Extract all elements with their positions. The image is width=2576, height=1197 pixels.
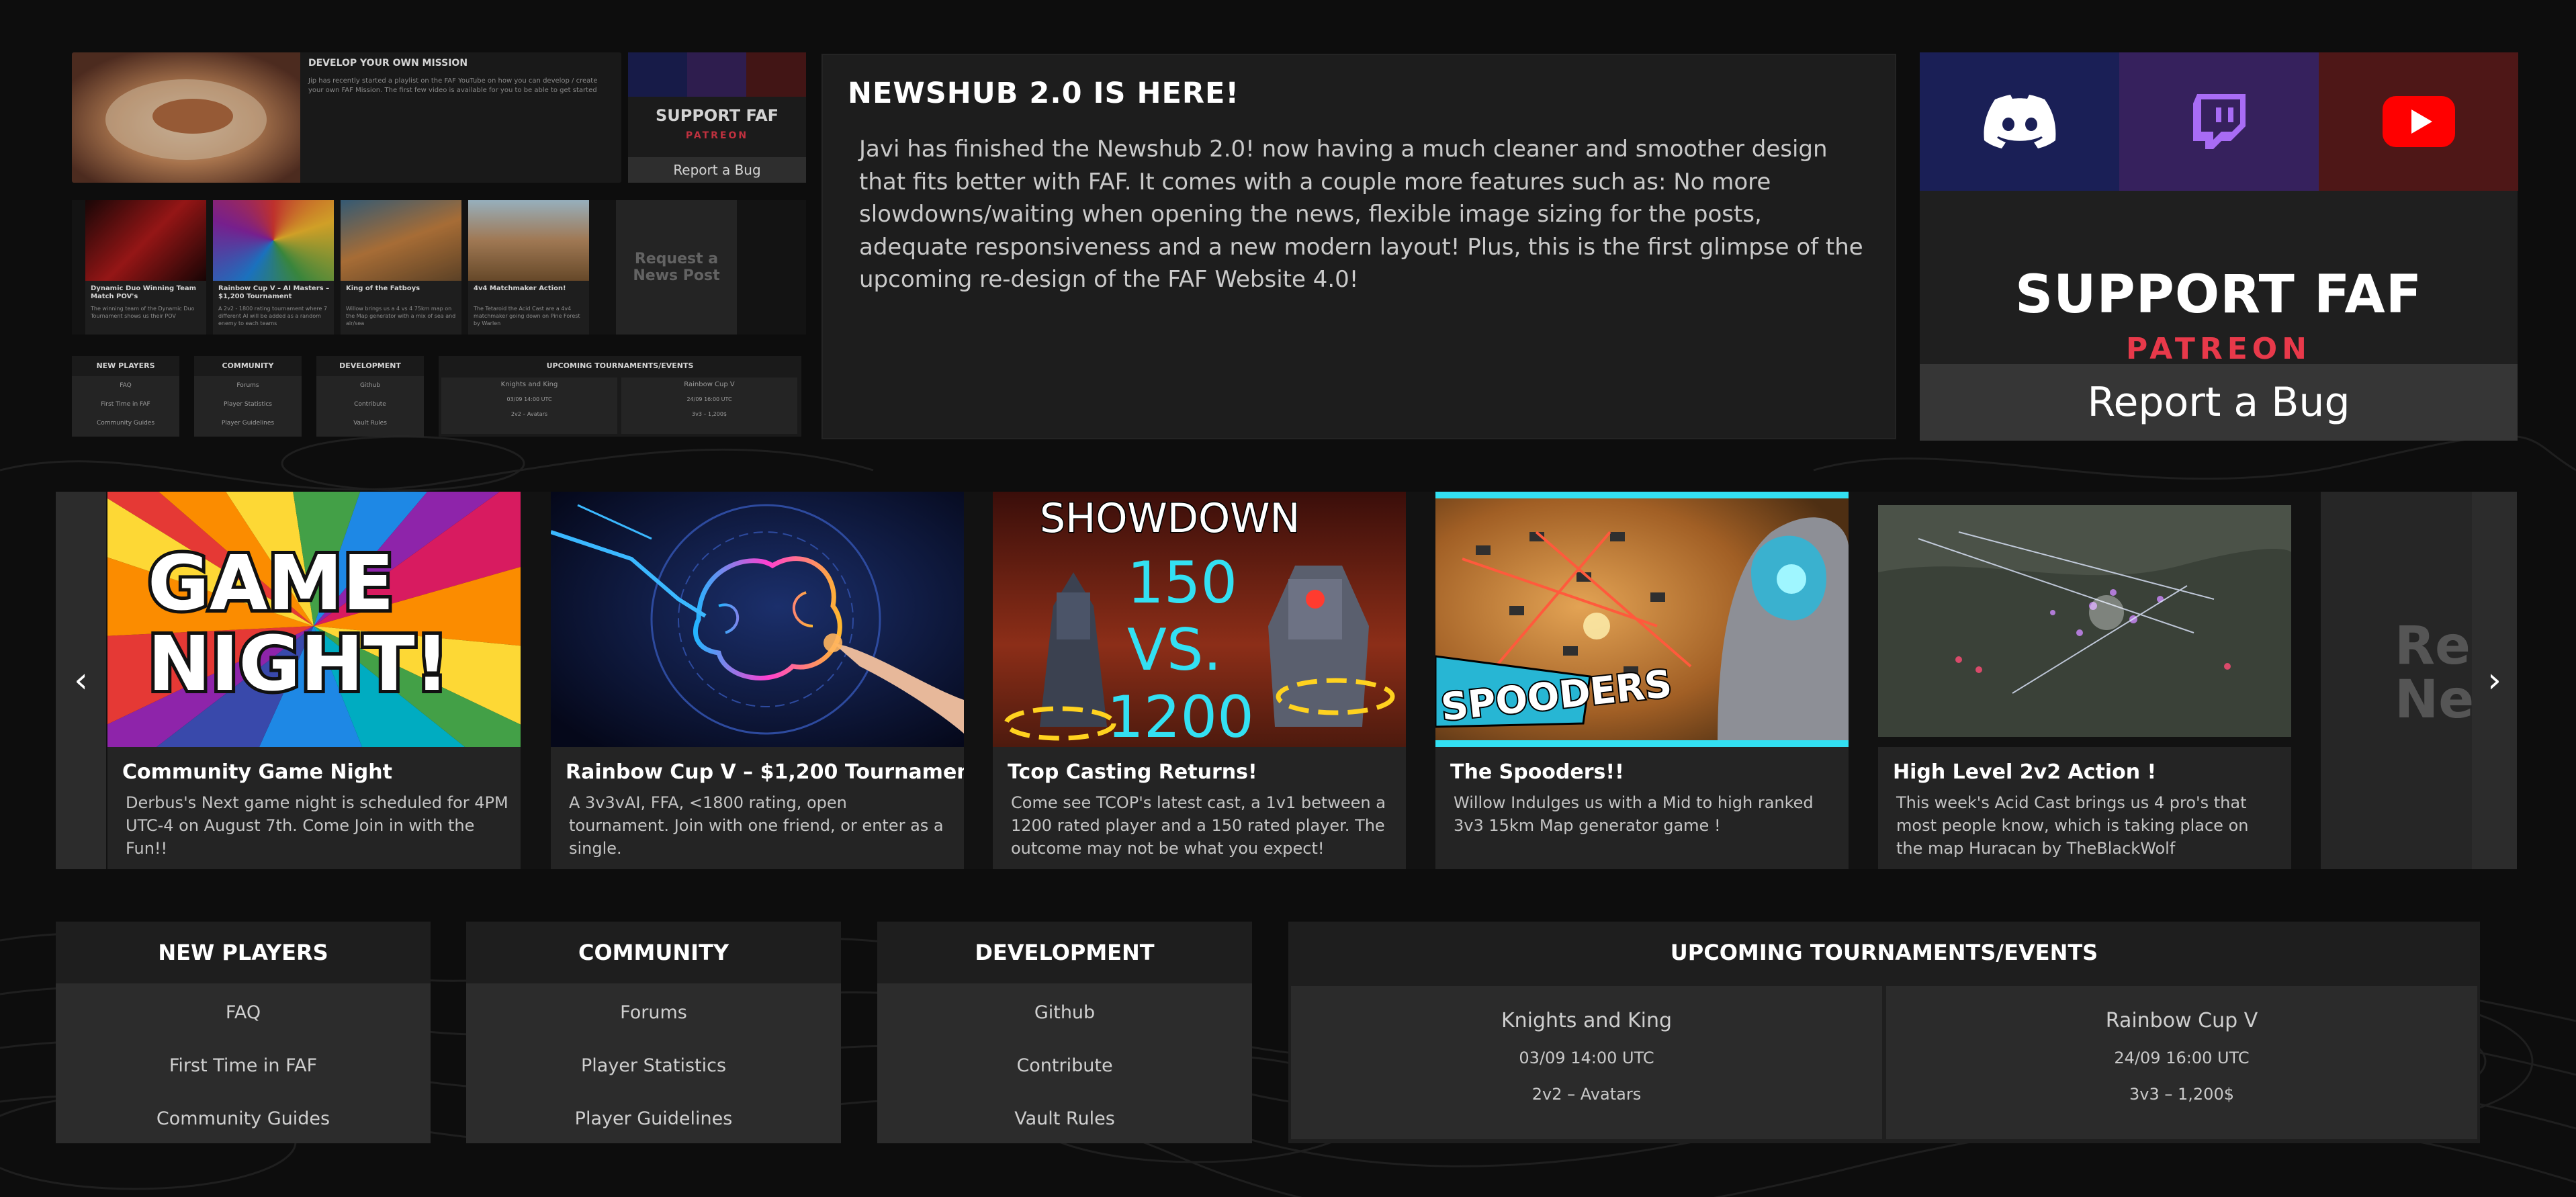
rainbow-cup-image (551, 492, 964, 747)
news-card-rainbow-cup[interactable]: Rainbow Cup V – $1,200 Tournament A 3v3v… (551, 492, 964, 869)
news-card-game-night[interactable]: GAME NIGHT! Community Game Night Derbus'… (107, 492, 521, 869)
development-column: DEVELOPMENT Github Contribute Vault Rule… (877, 922, 1252, 1143)
showdown-art-text: 150 (1127, 549, 1237, 617)
youtube-link[interactable] (2319, 52, 2518, 191)
event-details: 2v2 – Avatars (1531, 1085, 1642, 1104)
discord-link[interactable] (1920, 52, 2119, 191)
card-title: Rainbow Cup V – $1,200 Tournament (566, 760, 964, 784)
game-night-art-text: GAME (148, 540, 394, 627)
game-night-image: GAME NIGHT! (107, 492, 521, 747)
preview-event[interactable]: Knights and King 03/09 14:00 UTC 2v2 – A… (441, 378, 617, 434)
new-players-column: NEW PLAYERS FAQ First Time in FAF Commun… (56, 922, 431, 1143)
link-player-statistics[interactable]: Player Statistics (466, 1039, 841, 1092)
link-player-guidelines[interactable]: Player Guidelines (466, 1092, 841, 1145)
support-text-wrapper: SUPPORT FAF PATREON (1920, 191, 2518, 366)
twitch-icon (2192, 94, 2246, 149)
news-card-high-level-2v2[interactable]: High Level 2v2 Action ! This week's Acid… (1878, 492, 2291, 869)
preview-column: COMMUNITY Forums Player Statistics Playe… (194, 356, 302, 437)
request-news-post-card[interactable]: ReqNew (2321, 492, 2473, 869)
event-item[interactable]: Rainbow Cup V 24/09 16:00 UTC 3v3 – 1,20… (1886, 986, 2477, 1139)
event-details: 3v3 – 1,200$ (2129, 1085, 2234, 1104)
link-forums[interactable]: Forums (466, 986, 841, 1039)
preview-twitch-icon[interactable] (687, 52, 746, 97)
carousel-prev-button[interactable]: ‹ (56, 492, 106, 869)
event-item[interactable]: Knights and King 03/09 14:00 UTC 2v2 – A… (1291, 986, 1882, 1139)
link-first-time-in-faf[interactable]: First Time in FAF (56, 1039, 431, 1092)
event-name: Knights and King (1501, 1009, 1673, 1032)
report-bug-button[interactable]: Report a Bug (1920, 364, 2518, 441)
announcement-title: NEWSHUB 2.0 IS HERE! (848, 77, 1239, 110)
showdown-art-text: SHOWDOWN (1040, 495, 1300, 542)
event-name: Rainbow Cup V (2105, 1009, 2258, 1032)
preview-featured-title: DEVELOP YOUR OWN MISSION (308, 58, 468, 69)
preview-card[interactable]: Dynamic Duo Winning Team Match POV's The… (85, 200, 206, 335)
youtube-icon (2382, 96, 2455, 147)
card-description: Willow Indulges us with a Mid to high ra… (1454, 793, 1814, 835)
request-news-post-text: ReqNew (2395, 616, 2473, 730)
link-faq[interactable]: FAQ (56, 986, 431, 1039)
preview-column: DEVELOPMENT Github Contribute Vault Rule… (316, 356, 424, 437)
link-vault-rules[interactable]: Vault Rules (877, 1092, 1252, 1145)
column-heading: COMMUNITY (466, 922, 841, 983)
preview-links: NEW PLAYERS FAQ First Time in FAF Commun… (72, 356, 806, 437)
patreon-label: PATREON (2125, 332, 2312, 366)
showdown-art-text: VS. (1127, 617, 1222, 684)
support-title-text: SUPPORT FAF (2014, 265, 2423, 325)
card-description: A 3v3vAI, FFA, <1800 rating, open tourna… (569, 793, 944, 858)
event-date: 03/09 14:00 UTC (1519, 1049, 1654, 1067)
card-description: Derbus's Next game night is scheduled fo… (126, 793, 508, 858)
showdown-art-text: 1200 (1107, 684, 1254, 747)
newshub-announcement: NEWSHUB 2.0 IS HERE! Javi has finished t… (821, 54, 1896, 439)
preview-request-card[interactable]: Request a News Post (616, 200, 737, 335)
discord-icon (1984, 95, 2055, 148)
preview-featured-image (72, 52, 300, 183)
column-heading: NEW PLAYERS (56, 922, 431, 983)
twitch-link[interactable] (2119, 52, 2319, 191)
preview-support-title: SUPPORT FAF (655, 106, 779, 125)
preview-card[interactable]: Rainbow Cup V – AI Masters – $1,200 Tour… (213, 200, 334, 335)
support-panel: SUPPORT FAF SUPPORT FAF PATREON Report a… (1920, 52, 2518, 441)
link-contribute[interactable]: Contribute (877, 1039, 1252, 1092)
tcop-showdown-image: SHOWDOWN 150 VS. 1200 (993, 492, 1406, 747)
carousel-next-button[interactable]: › (2472, 492, 2517, 869)
preview-card[interactable]: 4v4 Matchmaker Action! The Tetaroid the … (468, 200, 589, 335)
preview-report-bug[interactable]: Report a Bug (628, 157, 806, 183)
newshub-preview-thumbnail: DEVELOP YOUR OWN MISSION Jip has recentl… (72, 52, 806, 443)
preview-events: UPCOMING TOURNAMENTS/EVENTS Knights and … (439, 356, 801, 437)
card-description: Come see TCOP's latest cast, a 1v1 betwe… (1011, 793, 1386, 858)
announcement-body: Javi has finished the Newshub 2.0! now h… (859, 136, 1863, 293)
preview-event[interactable]: Rainbow Cup V 24/09 16:00 UTC 3v3 – 1,20… (621, 378, 797, 434)
news-card-tcop-casting[interactable]: SHOWDOWN 150 VS. 1200 Tcop Casting Retur… (993, 492, 1406, 869)
preview-carousel: Dynamic Duo Winning Team Match POV's The… (72, 200, 806, 335)
card-title: Tcop Casting Returns! (1008, 760, 1257, 784)
preview-support-sub: PATREON (685, 130, 749, 141)
community-column: COMMUNITY Forums Player Statistics Playe… (466, 922, 841, 1143)
link-community-guides[interactable]: Community Guides (56, 1092, 431, 1145)
events-heading: UPCOMING TOURNAMENTS/EVENTS (1670, 940, 2098, 965)
preview-youtube-icon[interactable] (746, 52, 806, 97)
upcoming-events-panel: UPCOMING TOURNAMENTS/EVENTS Knights and … (1288, 922, 2480, 1143)
spooders-image: SPOODERS (1435, 492, 1849, 747)
link-github[interactable]: Github (877, 986, 1252, 1039)
news-carousel: ‹ GAME NIGHT! Community Game Night Derbu… (56, 492, 2517, 869)
news-card-spooders[interactable]: SPOODERS The Spooders!! Willow Indulges … (1435, 492, 1849, 869)
card-title: The Spooders!! (1450, 760, 1624, 784)
preview-featured-post[interactable]: DEVELOP YOUR OWN MISSION Jip has recentl… (72, 52, 621, 183)
high-level-2v2-image (1878, 492, 2291, 747)
preview-featured-text: Jip has recently started a playlist on t… (308, 77, 598, 94)
card-description: This week's Acid Cast brings us 4 pro's … (1896, 793, 2249, 858)
preview-card[interactable]: King of the Fatboys Willow brings us a 4… (341, 200, 461, 335)
preview-support-panel: SUPPORT FAF PATREON Report a Bug (628, 52, 806, 183)
preview-column: NEW PLAYERS FAQ First Time in FAF Commun… (72, 356, 179, 437)
column-heading: DEVELOPMENT (877, 922, 1252, 983)
preview-discord-icon[interactable] (628, 52, 687, 97)
card-title: High Level 2v2 Action ! (1893, 760, 2157, 784)
event-date: 24/09 16:00 UTC (2114, 1049, 2250, 1067)
game-night-art-text: NIGHT! (148, 621, 449, 708)
card-title: Community Game Night (122, 760, 392, 784)
